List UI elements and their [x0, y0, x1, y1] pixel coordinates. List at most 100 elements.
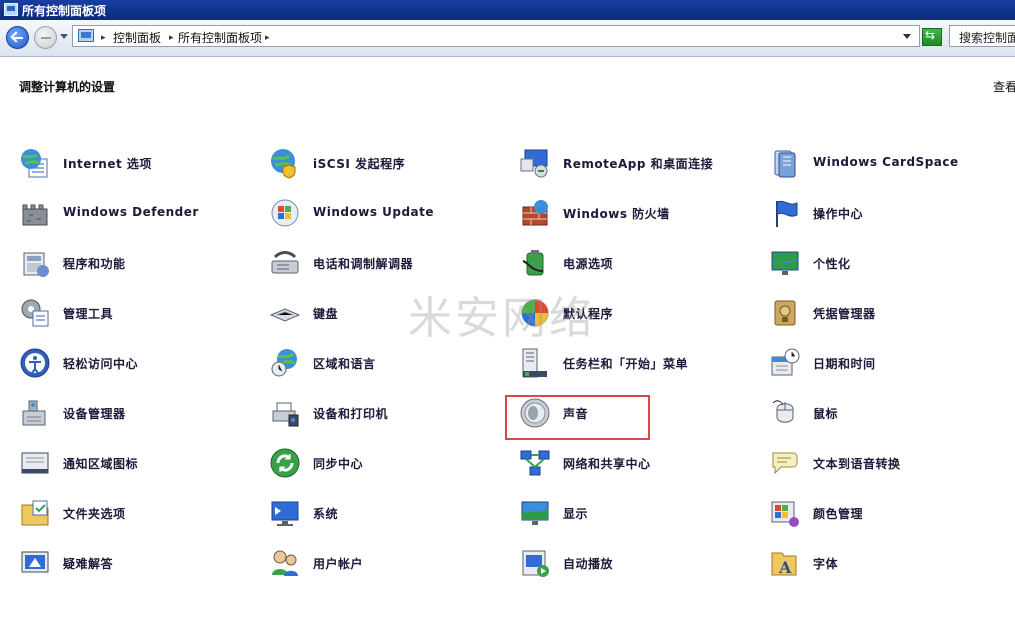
control-panel-item-label[interactable]: 显示 — [563, 505, 588, 522]
control-panel-item[interactable]: 设备管理器 — [19, 396, 259, 436]
control-panel-item[interactable]: 疑难解答 — [19, 546, 259, 586]
control-panel-item[interactable]: 管理工具 — [19, 296, 259, 336]
troubleshooting-icon — [19, 547, 51, 579]
control-panel-item[interactable]: 文件夹选项 — [19, 496, 259, 536]
control-panel-item[interactable]: 用户帐户 — [269, 546, 509, 586]
control-panel-item[interactable]: Windows Update — [269, 196, 509, 236]
region-language-icon — [269, 347, 301, 379]
control-panel-item[interactable]: 同步中心 — [269, 446, 509, 486]
control-panel-item-label[interactable]: 颜色管理 — [813, 505, 863, 522]
control-panel-item-label[interactable]: 用户帐户 — [313, 555, 363, 572]
control-panel-icon — [78, 29, 94, 42]
search-input[interactable]: 搜索控制面 — [949, 25, 1015, 47]
control-panel-item-label[interactable]: 自动播放 — [563, 555, 613, 572]
taskbar-start-icon — [519, 347, 551, 379]
control-panel-item[interactable]: Windows Defender — [19, 196, 259, 236]
power-options-icon — [519, 247, 551, 279]
control-panel-item[interactable]: 操作中心 — [769, 196, 1009, 236]
address-bar[interactable]: ▸ 控制面板 ▸ 所有控制面板项 ▸ — [72, 25, 920, 47]
control-panel-item-label[interactable]: Windows 防火墙 — [563, 205, 670, 222]
control-panel-item[interactable]: Windows 防火墙 — [519, 196, 759, 236]
control-panel-item[interactable]: 轻松访问中心 — [19, 346, 259, 386]
control-panel-item-label[interactable]: 轻松访问中心 — [63, 355, 138, 372]
control-panel-window-icon — [4, 3, 18, 16]
forward-button[interactable] — [34, 26, 57, 49]
control-panel-item-label[interactable]: 鼠标 — [813, 405, 838, 422]
control-panel-item-label[interactable]: 管理工具 — [63, 305, 113, 322]
control-panel-item-label[interactable]: 文件夹选项 — [63, 505, 126, 522]
control-panel-item[interactable]: iSCSI 发起程序 — [269, 146, 509, 186]
control-panel-item-label[interactable]: 网络和共享中心 — [563, 455, 651, 472]
control-panel-item-label[interactable]: Windows CardSpace — [813, 155, 959, 169]
control-panel-item[interactable]: 通知区域图标 — [19, 446, 259, 486]
control-panel-item-label[interactable]: 设备和打印机 — [313, 405, 388, 422]
date-time-icon — [769, 347, 801, 379]
control-panel-item[interactable]: Windows CardSpace — [769, 146, 1009, 186]
control-panel-item[interactable]: 日期和时间 — [769, 346, 1009, 386]
control-panel-item[interactable]: 区域和语言 — [269, 346, 509, 386]
control-panel-item-label[interactable]: RemoteApp 和桌面连接 — [563, 155, 713, 172]
breadcrumb-root-chevron-icon[interactable]: ▸ — [101, 29, 112, 43]
view-by-link[interactable]: 查看 — [993, 78, 1015, 95]
control-panel-item-label[interactable]: 键盘 — [313, 305, 338, 322]
control-panel-item[interactable]: 电话和调制解调器 — [269, 246, 509, 286]
control-panel-item[interactable]: 个性化 — [769, 246, 1009, 286]
control-panel-item-label[interactable]: 同步中心 — [313, 455, 363, 472]
control-panel-item[interactable]: 系统 — [269, 496, 509, 536]
control-panel-item[interactable]: 鼠标 — [769, 396, 1009, 436]
control-panel-item-label[interactable]: 设备管理器 — [63, 405, 126, 422]
control-panel-item-label[interactable]: 区域和语言 — [313, 355, 376, 372]
window-title: 所有控制面板项 — [22, 4, 107, 18]
control-panel-item[interactable]: A 字体 — [769, 546, 1009, 586]
control-panel-item-label[interactable]: Windows Defender — [63, 205, 199, 219]
control-panel-item-label[interactable]: iSCSI 发起程序 — [313, 155, 405, 172]
color-management-icon — [769, 497, 801, 529]
text-to-speech-icon — [769, 447, 801, 479]
address-dropdown-icon[interactable] — [903, 34, 911, 39]
refresh-button[interactable] — [922, 28, 942, 46]
control-panel-item-label[interactable]: Windows Update — [313, 205, 434, 219]
user-accounts-icon — [269, 547, 301, 579]
back-button[interactable] — [6, 26, 29, 49]
notification-area-icon — [19, 447, 51, 479]
control-panel-item[interactable]: 凭据管理器 — [769, 296, 1009, 336]
recent-pages-chevron-icon[interactable] — [60, 34, 68, 39]
breadcrumb-all-items[interactable]: 所有控制面板项 — [178, 29, 262, 46]
breadcrumb-end-chevron-icon[interactable]: ▸ — [265, 29, 276, 43]
watermark-text: 米安网络 — [408, 293, 596, 344]
personalization-icon — [769, 247, 801, 279]
control-panel-item[interactable]: 文本到语音转换 — [769, 446, 1009, 486]
control-panel-item-label[interactable]: 疑难解答 — [63, 555, 113, 572]
control-panel-item[interactable]: 设备和打印机 — [269, 396, 509, 436]
cardspace-icon — [769, 147, 801, 179]
control-panel-item-label[interactable]: 凭据管理器 — [813, 305, 876, 322]
control-panel-item-label[interactable]: 电源选项 — [563, 255, 613, 272]
control-panel-item-label[interactable]: 日期和时间 — [813, 355, 876, 372]
control-panel-item-label[interactable]: 系统 — [313, 505, 338, 522]
control-panel-item[interactable]: 显示 — [519, 496, 759, 536]
control-panel-item-label[interactable]: 字体 — [813, 555, 838, 572]
sound-highlight-box — [505, 395, 650, 440]
control-panel-item[interactable]: 程序和功能 — [19, 246, 259, 286]
control-panel-item-label[interactable]: 个性化 — [813, 255, 851, 272]
control-panel-item[interactable]: Internet 选项 — [19, 146, 259, 186]
control-panel-item[interactable]: RemoteApp 和桌面连接 — [519, 146, 759, 186]
control-panel-item-label[interactable]: 操作中心 — [813, 205, 863, 222]
page-heading: 调整计算机的设置 — [19, 80, 116, 94]
search-placeholder: 搜索控制面 — [959, 31, 1015, 45]
control-panel-item[interactable]: 自动播放 — [519, 546, 759, 586]
devices-printers-icon — [269, 397, 301, 429]
control-panel-item-label[interactable]: 通知区域图标 — [63, 455, 138, 472]
remote-desktop-icon — [519, 147, 551, 179]
control-panel-item-label[interactable]: 文本到语音转换 — [813, 455, 901, 472]
control-panel-item-label[interactable]: 电话和调制解调器 — [313, 255, 413, 272]
breadcrumb-control-panel[interactable]: 控制面板 — [113, 29, 161, 46]
control-panel-item[interactable]: 颜色管理 — [769, 496, 1009, 536]
control-panel-item-label[interactable]: Internet 选项 — [63, 155, 152, 172]
control-panel-item[interactable]: 电源选项 — [519, 246, 759, 286]
control-panel-item[interactable]: 网络和共享中心 — [519, 446, 759, 486]
control-panel-item-label[interactable]: 任务栏和「开始」菜单 — [563, 355, 688, 372]
control-panel-item[interactable]: 任务栏和「开始」菜单 — [519, 346, 759, 386]
control-panel-item-label[interactable]: 程序和功能 — [63, 255, 126, 272]
globe-shield-icon — [269, 147, 301, 179]
